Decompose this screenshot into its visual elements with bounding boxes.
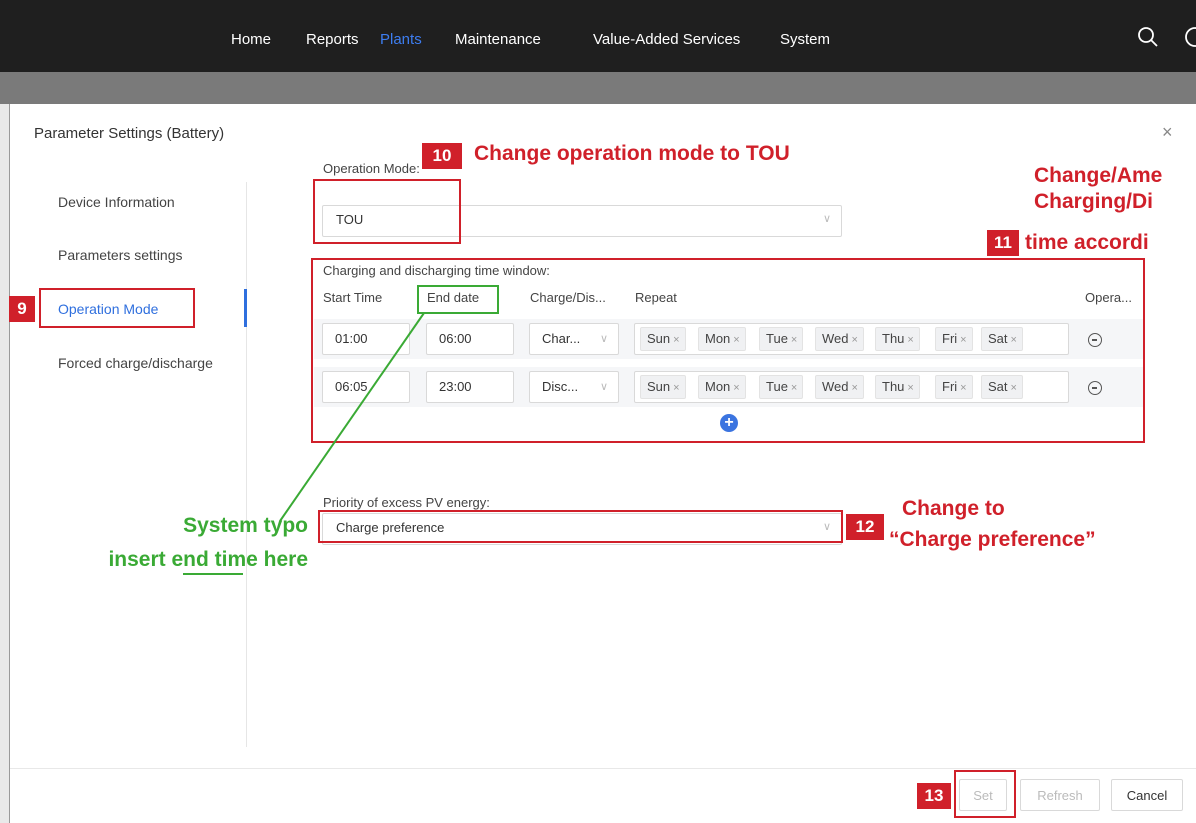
annotation-text-12-line1: Change to — [902, 497, 1005, 520]
annotation-box-pv-priority — [318, 510, 843, 543]
annotation-badge-12: 12 — [846, 514, 884, 540]
annotation-text-12-line2: “Charge preference” — [889, 528, 1096, 551]
annotation-badge-13: 13 — [917, 783, 951, 809]
annotation-typo-underline — [183, 573, 243, 575]
annotation-pointer-line — [279, 312, 425, 522]
annotation-box-set-button — [954, 770, 1016, 818]
annotation-typo-line2: insert end time here — [108, 548, 308, 571]
annotation-typo-line1: System typo — [183, 514, 308, 537]
